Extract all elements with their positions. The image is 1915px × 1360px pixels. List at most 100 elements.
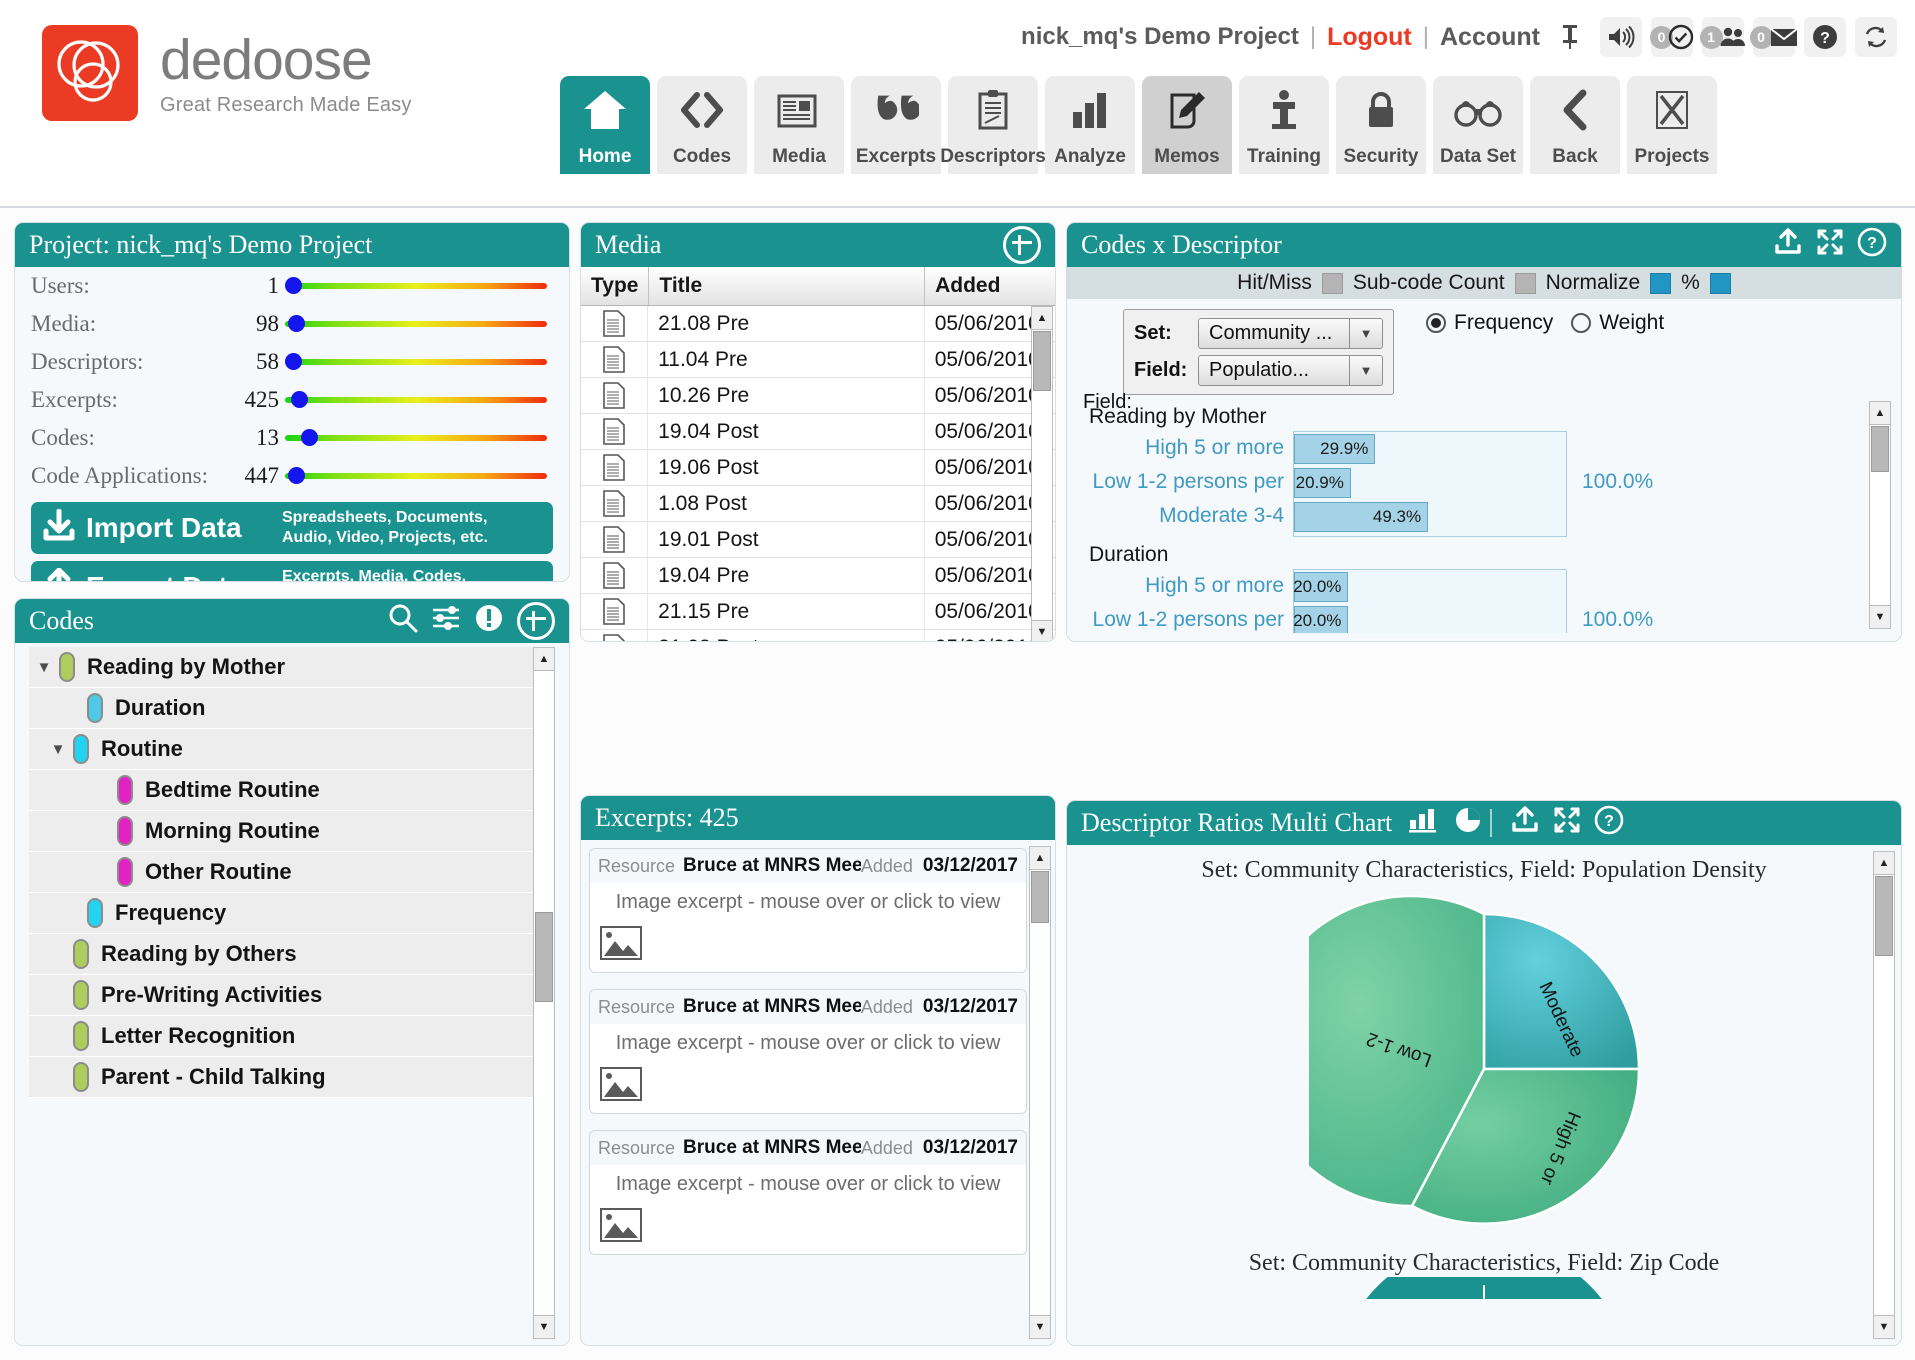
list-item[interactable]: Resource Bruce at MNRS Meeting 2016.jpg …	[589, 848, 1027, 973]
tab-back[interactable]: Back	[1530, 76, 1620, 174]
import-data-button[interactable]: Import Data Spreadsheets, Documents, Audi…	[31, 502, 553, 554]
percent-checkbox[interactable]	[1709, 272, 1731, 294]
scroll-down-icon[interactable]: ▼	[1032, 620, 1052, 641]
column-header-type[interactable]: Type	[581, 267, 650, 305]
table-row[interactable]: 1.08 Post 05/06/2010	[581, 486, 1055, 522]
list-item[interactable]: Resource Bruce at MNRS Meeting 2016.jpg …	[589, 1130, 1027, 1255]
code-tree-item[interactable]: Pre-Writing Activities	[29, 975, 555, 1016]
table-row[interactable]: 19.06 Post 05/06/2010	[581, 450, 1055, 486]
excerpts-scrollbar[interactable]: ▲ ▼	[1029, 846, 1051, 1339]
add-plus-icon[interactable]	[1003, 226, 1041, 264]
image-thumb-icon[interactable]	[600, 1208, 642, 1242]
tab-codes[interactable]: Codes	[657, 76, 747, 174]
scroll-down-icon[interactable]: ▼	[1030, 1315, 1050, 1338]
table-row[interactable]: 21.08 Pre 05/06/2010	[581, 306, 1055, 342]
table-row[interactable]: 11.04 Pre 05/06/2010	[581, 342, 1055, 378]
scroll-thumb[interactable]	[1871, 426, 1889, 472]
stat-slider-excerpts[interactable]	[285, 390, 553, 410]
stat-slider-code-applications[interactable]	[285, 466, 553, 486]
stat-slider-descriptors[interactable]	[285, 352, 553, 372]
weight-radio[interactable]	[1571, 313, 1592, 333]
chevron-down-icon[interactable]: ▼	[1349, 356, 1382, 385]
code-tree-item[interactable]: Bedtime Routine	[29, 770, 555, 811]
tab-excerpts[interactable]: Excerpts	[851, 76, 941, 174]
logout-link[interactable]: Logout	[1327, 23, 1412, 52]
chevron-down-icon[interactable]: ▼	[29, 659, 59, 676]
image-thumb-icon[interactable]	[600, 1067, 642, 1101]
account-link[interactable]: Account	[1440, 23, 1540, 52]
brand-logo[interactable]: dedoose Great Research Made Easy	[42, 25, 412, 121]
export-upload-icon[interactable]	[1773, 227, 1803, 263]
scroll-up-icon[interactable]: ▲	[1030, 847, 1050, 870]
scroll-down-icon[interactable]: ▼	[1870, 605, 1890, 628]
scroll-up-icon[interactable]: ▲	[534, 648, 554, 671]
subcode-count-checkbox[interactable]	[1514, 272, 1536, 294]
stat-slider-media[interactable]	[285, 314, 553, 334]
media-scrollbar[interactable]: ▲ ▼	[1031, 306, 1053, 641]
tab-analyze[interactable]: Analyze	[1045, 76, 1135, 174]
sound-icon[interactable]	[1600, 17, 1642, 57]
tab-descriptors[interactable]: Descriptors	[940, 76, 1046, 174]
frequency-radio[interactable]	[1426, 313, 1446, 333]
column-header-title[interactable]: Title	[649, 267, 926, 305]
filter-sliders-icon[interactable]	[431, 604, 461, 639]
scroll-up-icon[interactable]: ▲	[1870, 402, 1890, 425]
add-plus-icon[interactable]	[517, 602, 555, 640]
hit-miss-checkbox[interactable]	[1321, 272, 1343, 294]
tab-memos[interactable]: Memos	[1142, 76, 1232, 174]
expand-icon[interactable]	[1816, 228, 1844, 263]
table-row[interactable]: 19.04 Pre 05/06/2010	[581, 558, 1055, 594]
stat-slider-users[interactable]	[285, 276, 553, 296]
export-upload-icon[interactable]	[1510, 805, 1540, 841]
scroll-thumb[interactable]	[1875, 876, 1893, 956]
bar-chart-icon[interactable]	[1408, 807, 1438, 840]
mail-icon[interactable]: 0	[1749, 17, 1798, 57]
table-row[interactable]: 10.26 Pre 05/06/2010	[581, 378, 1055, 414]
scroll-up-icon[interactable]: ▲	[1032, 307, 1052, 330]
chevron-down-icon[interactable]: ▼	[43, 741, 73, 758]
stat-slider-codes[interactable]	[285, 428, 553, 448]
tab-projects[interactable]: Projects	[1627, 76, 1717, 174]
scroll-up-icon[interactable]: ▲	[1874, 852, 1894, 875]
export-data-button[interactable]: Export Data Excerpts, Media, Codes,Descr…	[31, 561, 553, 581]
code-tree-item[interactable]: Reading by Others	[29, 934, 555, 975]
code-tree-item[interactable]: Duration	[29, 688, 555, 729]
code-tree-item[interactable]: Parent - Child Talking	[29, 1057, 555, 1098]
scroll-down-icon[interactable]: ▼	[1874, 1315, 1894, 1338]
code-tree-item[interactable]: ▼ Reading by Mother	[29, 647, 555, 688]
pin-icon[interactable]	[1549, 17, 1591, 57]
codes-scrollbar[interactable]: ▲ ▼	[533, 647, 555, 1339]
scroll-thumb[interactable]	[535, 912, 553, 1002]
scroll-thumb[interactable]	[1031, 871, 1049, 923]
scroll-thumb[interactable]	[1033, 331, 1051, 391]
cxd-chart-scrollbar[interactable]: ▲ ▼	[1869, 401, 1891, 629]
tab-data-set[interactable]: Data Set	[1433, 76, 1523, 174]
code-tree-item[interactable]: Letter Recognition	[29, 1016, 555, 1057]
table-row[interactable]: 21.15 Pre 05/06/2010	[581, 594, 1055, 630]
ratios-scrollbar[interactable]: ▲ ▼	[1873, 851, 1895, 1339]
normalize-checkbox[interactable]	[1650, 272, 1672, 294]
column-header-added[interactable]: Added	[925, 267, 1055, 305]
set-dropdown[interactable]: Community ... ▼	[1198, 318, 1383, 349]
refresh-sync-icon[interactable]	[1855, 17, 1897, 57]
expand-icon[interactable]	[1553, 806, 1581, 841]
help-question-icon[interactable]: ?	[1857, 227, 1887, 264]
chevron-down-icon[interactable]: ▼	[1349, 319, 1382, 348]
tab-training[interactable]: Training	[1239, 76, 1329, 174]
help-question-icon[interactable]: ?	[1594, 805, 1624, 842]
tab-home[interactable]: Home	[560, 76, 650, 174]
code-tree-item[interactable]: Morning Routine	[29, 811, 555, 852]
tab-security[interactable]: Security	[1336, 76, 1426, 174]
help-question-icon[interactable]: ?	[1804, 17, 1846, 57]
code-tree-item[interactable]: Frequency	[29, 893, 555, 934]
tab-media[interactable]: Media	[754, 76, 844, 174]
tasks-check-icon[interactable]: 0	[1650, 17, 1694, 57]
field-dropdown[interactable]: Populatio... ▼	[1198, 355, 1383, 386]
alert-exclamation-icon[interactable]	[474, 603, 504, 640]
search-icon[interactable]	[388, 603, 418, 640]
code-tree-item[interactable]: Other Routine	[29, 852, 555, 893]
users-group-icon[interactable]: 1	[1699, 17, 1745, 57]
code-tree-item[interactable]: ▼ Routine	[29, 729, 555, 770]
table-row[interactable]: 21.08 Post 05/06/2010	[581, 630, 1055, 641]
table-row[interactable]: 19.01 Post 05/06/2010	[581, 522, 1055, 558]
